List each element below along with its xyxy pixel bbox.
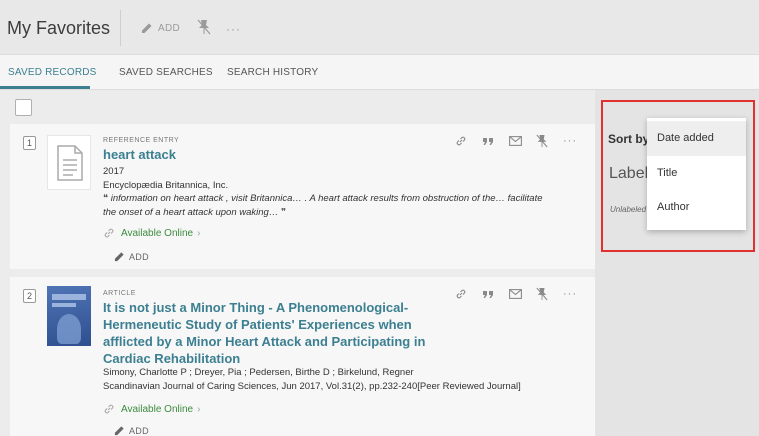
unpin-icon[interactable] (197, 19, 211, 40)
list-item: 2 ARTICLE It is not just a Minor Thing -… (10, 277, 595, 436)
record-actions: ··· (455, 134, 590, 148)
record-type: REFERENCE ENTRY (103, 137, 180, 144)
citation-icon[interactable] (482, 134, 509, 148)
link-icon (104, 404, 114, 414)
record-title[interactable]: heart attack (103, 146, 176, 163)
permalink-icon[interactable] (455, 134, 482, 148)
email-icon[interactable] (509, 287, 536, 301)
tab-bar: SAVED RECORDS SAVED SEARCHES SEARCH HIST… (0, 55, 759, 90)
tab-search-history[interactable]: SEARCH HISTORY (227, 67, 318, 78)
record-snippet: ❝ information on heart attack , visit Br… (103, 192, 543, 220)
add-label: ADD (129, 251, 149, 262)
add-button[interactable]: ADD (141, 22, 180, 34)
availability-label: Available Online (121, 227, 194, 239)
link-icon (104, 228, 114, 238)
tab-saved-searches[interactable]: SAVED SEARCHES (119, 67, 213, 78)
journal-cover-thumbnail (47, 286, 91, 346)
top-bar: My Favorites ADD ··· (0, 0, 759, 55)
record-number: 2 (23, 289, 36, 303)
citation-icon[interactable] (482, 287, 509, 301)
pencil-icon (142, 23, 152, 33)
add-label: ADD (129, 425, 149, 436)
more-options-icon[interactable]: ··· (563, 287, 590, 301)
document-icon (57, 145, 83, 181)
active-tab-indicator (0, 86, 90, 89)
record-authors: Simony, Charlotte P ; Dreyer, Pia ; Pede… (103, 367, 414, 378)
availability-label: Available Online (121, 403, 194, 415)
add-button-label: ADD (158, 22, 181, 34)
highlight-box (601, 100, 755, 252)
record-type: ARTICLE (103, 290, 136, 297)
availability-link[interactable]: Available Online › (103, 403, 200, 415)
pencil-icon (114, 252, 124, 262)
select-all-checkbox[interactable] (15, 99, 32, 116)
record-publisher: Encyclopædia Britannica, Inc. (103, 180, 229, 191)
document-thumbnail (47, 135, 91, 190)
tab-saved-records[interactable]: SAVED RECORDS (8, 67, 97, 78)
more-options-icon[interactable]: ··· (226, 22, 241, 36)
list-item: 1 REFERENCE ENTRY heart attack 2017 Ency… (10, 124, 595, 269)
more-options-icon[interactable]: ··· (563, 134, 590, 148)
record-source: Scandinavian Journal of Caring Sciences,… (103, 381, 521, 392)
add-label-button[interactable]: ADD (114, 251, 149, 262)
unpin-icon[interactable] (536, 134, 563, 148)
record-actions: ··· (455, 287, 590, 301)
permalink-icon[interactable] (455, 287, 482, 301)
email-icon[interactable] (509, 134, 536, 148)
chevron-right-icon: › (197, 227, 201, 239)
chevron-right-icon: › (197, 403, 201, 415)
availability-link[interactable]: Available Online › (103, 227, 200, 239)
page-title: My Favorites (7, 18, 111, 38)
pencil-icon (114, 426, 124, 436)
record-number: 1 (23, 136, 36, 150)
unpin-icon[interactable] (536, 287, 563, 301)
add-label-button[interactable]: ADD (114, 425, 149, 436)
record-year: 2017 (103, 166, 125, 177)
quote-open-icon: ❝ (103, 193, 109, 204)
record-title[interactable]: It is not just a Minor Thing - A Phenome… (103, 299, 438, 367)
quote-close-icon: ❞ (280, 207, 287, 218)
snippet-text: information on heart attack , visit Brit… (103, 193, 543, 218)
header-divider (120, 10, 121, 46)
